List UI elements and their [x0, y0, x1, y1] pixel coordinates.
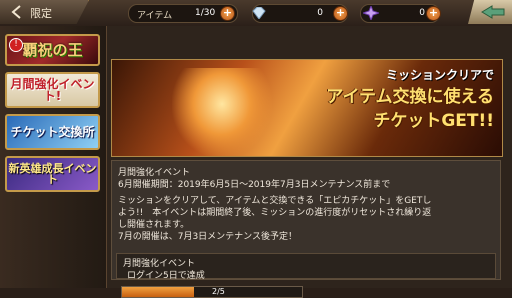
crystal-value: 0 — [317, 8, 323, 18]
hero-line-3: チケットGET!! — [373, 111, 494, 131]
top-bar: 限定 アイテム 1/30 + 0 + 0 + — [0, 0, 512, 27]
mission-progress-fill — [122, 287, 194, 297]
hero-line-2: アイテム交換に使える — [326, 87, 494, 107]
arrow-icon — [481, 5, 505, 19]
gem-icon — [363, 6, 379, 20]
crystal-icon — [252, 7, 266, 19]
mission-task: ログイン5日で達成 — [127, 271, 205, 281]
gem-add-button[interactable]: + — [426, 6, 441, 21]
sidebar-banner-monthly-event[interactable]: 月間強化イベント! — [5, 72, 100, 108]
back-button[interactable]: 限定 — [0, 0, 89, 24]
back-label: 限定 — [30, 7, 52, 20]
event-info-panel: 月間強化イベント 6月開催期間：2019年6月5日〜2019年7月3日メンテナン… — [111, 160, 501, 281]
gem-value: 0 — [419, 8, 425, 18]
back-arrow-icon — [11, 5, 21, 19]
event-hero-banner: ミッションクリアで アイテム交換に使える チケットGET!! — [111, 59, 503, 157]
event-body-line-4: 7月の開催は、7月3日メンテナンス後予定！ — [118, 232, 297, 242]
items-count: 1/30 — [195, 8, 216, 18]
hero-line-1: ミッションクリアで — [385, 68, 494, 82]
crystal-add-button[interactable]: + — [333, 6, 348, 21]
sidebar-banner-new-hero[interactable]: 新英雄成長イベント — [5, 156, 100, 192]
items-add-button[interactable]: + — [220, 6, 235, 21]
sidebar-banner-ticket-exchange[interactable]: チケット交換所 — [5, 114, 100, 150]
mission-panel: 月間強化イベント ログイン5日で達成 — [116, 253, 496, 281]
sidebar-banner-label: チケット交換所 — [10, 125, 95, 139]
mission-progress-text: 2/5 — [212, 287, 225, 296]
menu-corner-button[interactable] — [468, 0, 512, 24]
items-label: アイテム — [137, 11, 173, 21]
sidebar-banner-label: 新英雄成長イベント — [8, 162, 97, 186]
sidebar-banner-label: 月間強化イベント! — [10, 77, 95, 103]
hero-character-art — [172, 68, 272, 156]
event-period: 6月開催期間：2019年6月5日〜2019年7月3日メンテナンス前まで — [118, 180, 391, 190]
main-content: ミッションクリアで アイテム交換に使える チケットGET!! 月間強化イベント … — [107, 26, 512, 298]
sidebar-banner-king[interactable]: 覇祝の王 ! — [5, 34, 100, 66]
sidebar: 覇祝の王 ! 月間強化イベント! チケット交換所 新英雄成長イベント — [0, 26, 107, 288]
alert-badge: ! — [9, 38, 23, 52]
